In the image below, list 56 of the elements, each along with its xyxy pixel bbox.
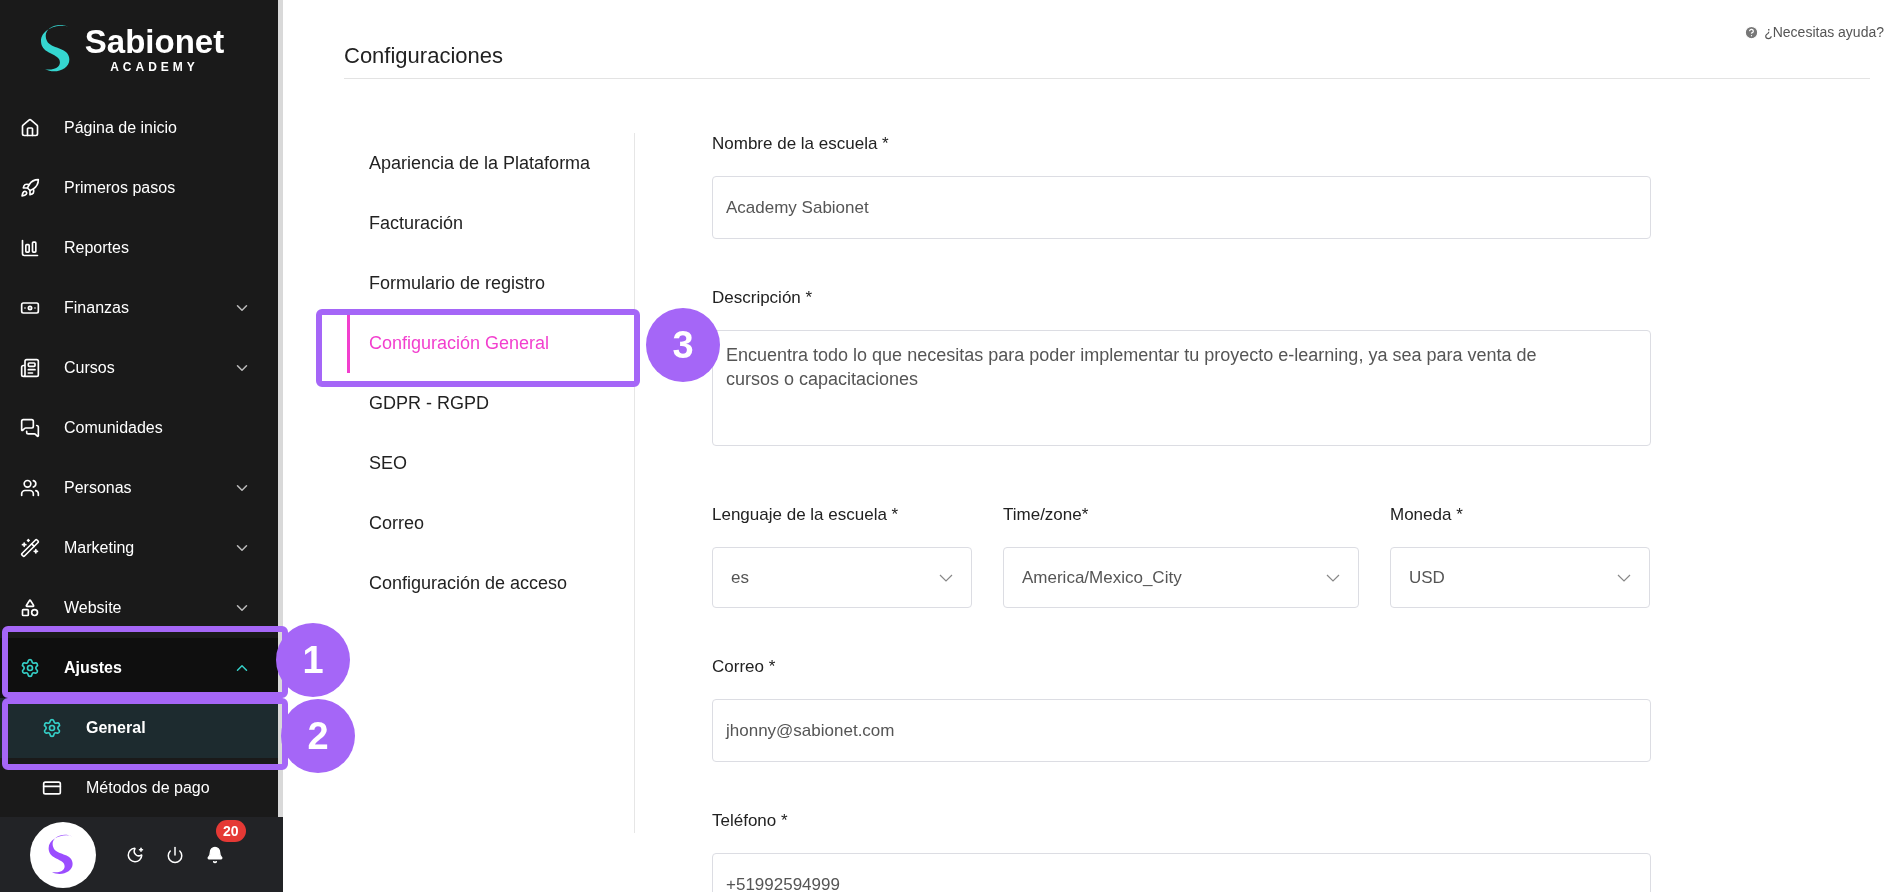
chevron-down-icon <box>939 573 953 582</box>
settings-nav-item[interactable]: GDPR - RGPD <box>347 373 634 433</box>
rocket-icon <box>20 178 40 198</box>
field-label: Nombre de la escuela * <box>712 134 890 154</box>
notification-count: 20 <box>216 819 246 842</box>
settings-nav-item[interactable]: Formulario de registro <box>347 253 634 313</box>
select-field[interactable]: USD <box>1390 547 1650 608</box>
input-field[interactable]: Academy Sabionet <box>712 176 1651 239</box>
sidebar-item[interactable]: Página de inicio <box>0 98 278 158</box>
select-field[interactable]: America/Mexico_City <box>1003 547 1359 608</box>
input-field[interactable]: jhonny@sabionet.com <box>712 699 1651 762</box>
brand-name: Sabionet <box>84 24 225 60</box>
help-link[interactable]: ¿Necesitas ayuda? <box>1744 24 1884 40</box>
settings-icon <box>42 718 62 738</box>
settings-nav-item[interactable]: Facturación <box>347 193 634 253</box>
chevron-down-icon <box>1326 573 1340 582</box>
field-label: Teléfono * <box>712 811 789 831</box>
home-icon <box>20 118 40 138</box>
sidebar-item[interactable]: Finanzas <box>0 278 278 338</box>
chevron-down-icon <box>1617 573 1631 582</box>
input-field[interactable]: +51992594999 <box>712 853 1651 892</box>
sidebar-item[interactable]: Comunidades <box>0 398 278 458</box>
credit-card-icon <box>42 778 62 798</box>
step-number-badge: 1 <box>276 623 350 697</box>
users-icon <box>20 478 40 498</box>
dark-mode-button[interactable] <box>126 845 144 864</box>
settings-nav-item[interactable]: Apariencia de la Plataforma <box>347 133 634 193</box>
settings-nav-item[interactable]: SEO <box>347 433 634 493</box>
help-icon <box>1744 24 1760 40</box>
magic-wand-icon <box>20 538 40 558</box>
sidebar-item[interactable]: Marketing <box>0 518 278 578</box>
settings-nav-item[interactable]: Correo <box>347 493 634 553</box>
textarea-field[interactable]: Encuentra todo lo que necesitas para poder implementar tu proyecto e-learning, ya sea para venta de cursos o capacitaciones <box>712 330 1651 446</box>
step-number-badge: 3 <box>646 308 720 382</box>
field-label: Descripción * <box>712 288 814 308</box>
field-label: Lenguaje de la escuela * <box>712 505 900 525</box>
bar-chart-icon <box>20 238 40 258</box>
power-button[interactable] <box>166 845 184 864</box>
sidebar-item[interactable]: Primeros pasos <box>0 158 278 218</box>
step-number-badge: 2 <box>281 699 355 773</box>
newspaper-icon <box>20 358 40 378</box>
settings-icon <box>20 658 40 678</box>
chat-icon <box>20 418 40 438</box>
sidebar-subitem[interactable]: Métodos de pago <box>0 758 278 818</box>
brand-tagline: ACADEMY <box>110 60 199 74</box>
sidebar-item[interactable]: Personas <box>0 458 278 518</box>
select-field[interactable]: es <box>712 547 972 608</box>
page-title: Configuraciones <box>344 42 1870 79</box>
shapes-icon <box>20 598 40 618</box>
field-label: Time/zone* <box>1003 505 1090 525</box>
field-label: Moneda * <box>1390 505 1464 525</box>
settings-nav-item[interactable]: Configuración de acceso <box>347 553 634 613</box>
sidebar-item[interactable]: Cursos <box>0 338 278 398</box>
field-label: Correo * <box>712 657 777 677</box>
sidebar-item[interactable]: Website <box>0 578 278 638</box>
sidebar-item[interactable]: Reportes <box>0 218 278 278</box>
